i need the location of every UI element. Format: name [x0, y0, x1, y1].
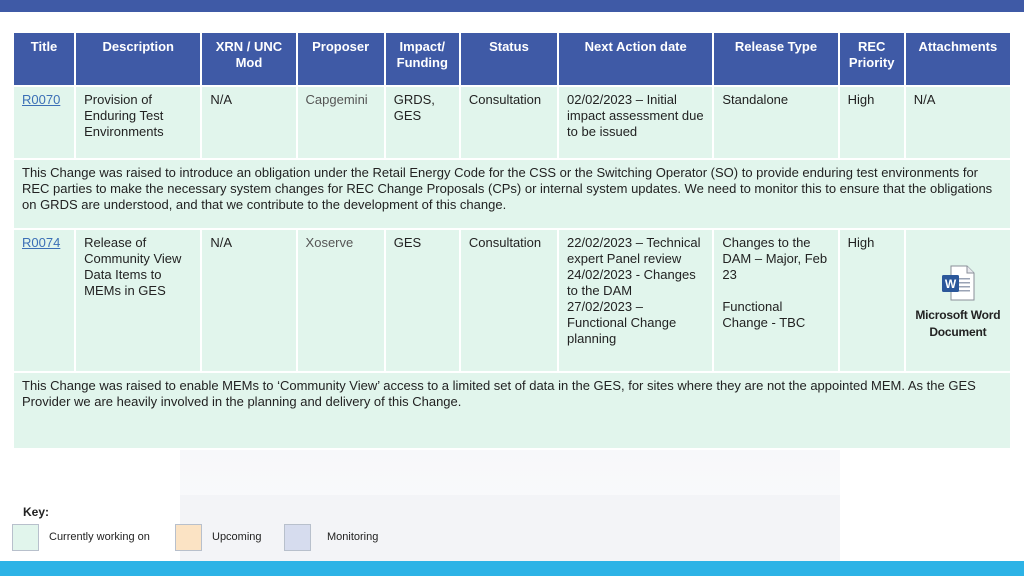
header-status: Status	[460, 33, 558, 85]
change-link-r0070[interactable]: R0070	[22, 92, 60, 107]
cell-description: Release of Community View Data Items to …	[76, 230, 201, 371]
attachment-label-line: Document	[929, 325, 987, 339]
cell-priority: High	[839, 87, 904, 158]
cell-attachments: W Microsoft Word Document	[905, 230, 1010, 371]
header-rec-priority: REC Priority	[839, 33, 904, 85]
summary-row: This Change was raised to enable MEMs to…	[14, 373, 1010, 448]
header-impact-funding: Impact/ Funding	[385, 33, 459, 85]
cell-xrn: N/A	[202, 230, 296, 371]
attachment-label: Microsoft Word Document	[915, 307, 1000, 341]
change-table: Title Description XRN / UNC Mod Proposer…	[12, 31, 1012, 450]
header-description: Description	[76, 33, 201, 85]
word-document-icon: W	[941, 265, 975, 301]
header-row: Title Description XRN / UNC Mod Proposer…	[14, 33, 1010, 85]
release-type-line: Changes to the DAM – Major, Feb 23	[722, 235, 828, 282]
cell-status: Consultation	[460, 230, 558, 371]
cell-next-action: 02/02/2023 – Initial impact assessment d…	[559, 87, 713, 158]
key-label: Upcoming	[212, 531, 262, 543]
next-action-line: 02/02/2023 – Initial impact assessment d…	[567, 92, 704, 139]
header-release-type: Release Type	[714, 33, 838, 85]
cell-impact: GRDS, GES	[385, 87, 459, 158]
word-document-attachment[interactable]: W Microsoft Word Document	[914, 265, 1002, 341]
header-xrn-unc-mod: XRN / UNC Mod	[202, 33, 296, 85]
header-proposer: Proposer	[297, 33, 384, 85]
cell-description: Provision of Enduring Test Environments	[76, 87, 201, 158]
cell-xrn: N/A	[202, 87, 296, 158]
cell-status: Consultation	[460, 87, 558, 158]
cell-impact: GES	[385, 230, 459, 371]
header-attachments: Attachments	[905, 33, 1010, 85]
top-accent-bar	[0, 0, 1024, 12]
change-link-r0074[interactable]: R0074	[22, 235, 60, 250]
background-panel-lower	[180, 495, 840, 561]
cell-next-action: 22/02/2023 – Technical expert Panel revi…	[559, 230, 713, 371]
table-row: R0074 Release of Community View Data Ite…	[14, 230, 1010, 371]
cell-release-type: Changes to the DAM – Major, Feb 23 Funct…	[714, 230, 838, 371]
cell-release-type: Standalone	[714, 87, 838, 158]
bottom-accent-bar	[0, 561, 1024, 576]
key-swatch-blue	[284, 523, 311, 551]
key-item-currently-working-on: Currently working on	[12, 523, 150, 551]
cell-priority: High	[839, 230, 904, 371]
table-row: R0070 Provision of Enduring Test Environ…	[14, 87, 1010, 158]
change-summary: This Change was raised to introduce an o…	[14, 160, 1010, 228]
key-item-upcoming: Upcoming	[175, 523, 262, 551]
cell-proposer: Capgemini	[297, 87, 384, 158]
key-label: Currently working on	[49, 531, 150, 543]
key-label: Monitoring	[327, 531, 379, 543]
key-title: Key:	[23, 505, 50, 519]
release-type-line: Functional Change - TBC	[722, 299, 806, 330]
cell-proposer: Xoserve	[297, 230, 384, 371]
next-action-line: 24/02/2023 - Changes to the DAM	[567, 267, 696, 298]
change-summary: This Change was raised to enable MEMs to…	[14, 373, 1010, 448]
header-title: Title	[14, 33, 75, 85]
cell-title: R0070	[14, 87, 75, 158]
next-action-line: 27/02/2023 – Functional Change planning	[567, 299, 677, 346]
key-swatch-orange	[175, 523, 202, 551]
key-swatch-green	[12, 523, 39, 551]
summary-row: This Change was raised to introduce an o…	[14, 160, 1010, 228]
header-next-action-date: Next Action date	[559, 33, 713, 85]
cell-title: R0074	[14, 230, 75, 371]
attachment-label-line: Microsoft Word	[915, 308, 1001, 322]
key-item-monitoring: Monitoring	[284, 523, 378, 551]
cell-attachments: N/A	[905, 87, 1010, 158]
release-type-line: Standalone	[722, 92, 789, 107]
svg-text:W: W	[945, 277, 957, 291]
next-action-line: 22/02/2023 – Technical expert Panel revi…	[567, 235, 701, 266]
